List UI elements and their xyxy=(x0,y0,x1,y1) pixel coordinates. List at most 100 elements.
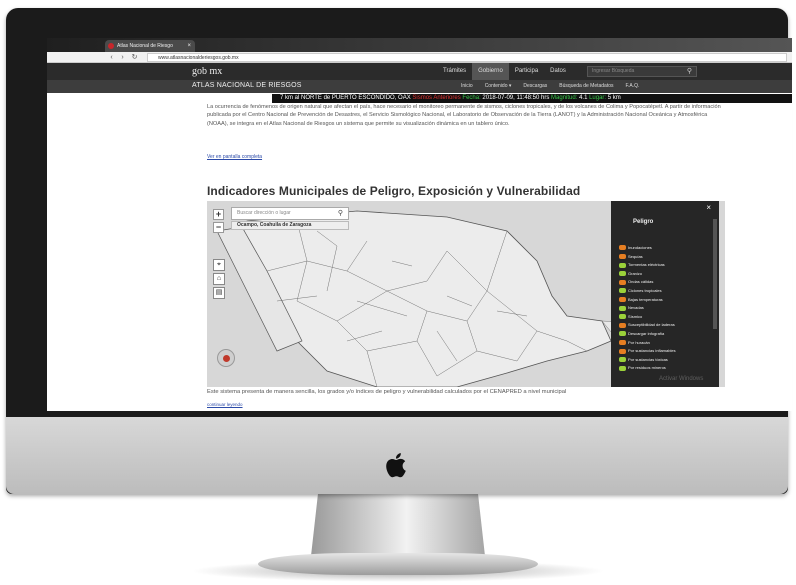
monitor-stand-base xyxy=(258,553,538,575)
selected-place[interactable]: Ocampo, Coahuila de Zaragoza xyxy=(231,221,349,230)
back-icon[interactable]: ‹ xyxy=(107,53,116,62)
layer-toggle-icon[interactable] xyxy=(619,279,626,285)
layer-label: Susceptibilidad de laderas xyxy=(628,322,675,328)
layer-toggle-icon[interactable] xyxy=(619,340,626,346)
layer-label: Por residuos mineros xyxy=(628,365,666,371)
nav-participa[interactable]: Participa xyxy=(509,63,544,80)
browser-screen: Atlas Nacional de Riesgo × ‹ › ↻ www.atl… xyxy=(47,38,792,411)
map-search-placeholder: Buscar dirección o lugar xyxy=(237,210,291,216)
menu-metadatos[interactable]: Búsqueda de Metadatos xyxy=(553,80,619,93)
risk-map[interactable]: + − Buscar dirección o lugar ⚲ Ocampo, C… xyxy=(207,201,725,387)
layer-label: Por huracán xyxy=(628,339,650,345)
gob-search-placeholder: Ingresar Búsqueda xyxy=(592,68,635,74)
menu-inicio[interactable]: Inicio xyxy=(455,80,479,93)
layer-item[interactable]: Sequías xyxy=(619,254,643,260)
monitor-stand-neck xyxy=(311,494,485,556)
layer-item[interactable]: Inundaciones xyxy=(619,245,652,251)
home-icon[interactable]: ⌂ xyxy=(213,273,225,285)
fullscreen-link[interactable]: Ver en pantalla completa xyxy=(207,154,262,160)
layer-item[interactable]: Ciclones tropicales xyxy=(619,288,662,294)
layer-item[interactable]: Bajas temperaturas xyxy=(619,297,663,303)
layer-label: Granizo xyxy=(628,270,643,276)
layer-item[interactable]: Granizo xyxy=(619,271,642,277)
layers-icon[interactable]: ▤ xyxy=(213,287,225,299)
nav-gobierno[interactable]: Gobierno xyxy=(472,63,509,80)
layer-toggle-icon[interactable] xyxy=(619,262,626,268)
layer-toggle-icon[interactable] xyxy=(619,314,626,320)
windows-activation-watermark: Activar Windows xyxy=(659,376,704,382)
close-tab-icon[interactable]: × xyxy=(187,40,191,52)
layer-label: Ondas cálidas xyxy=(628,279,654,285)
menu-contenido[interactable]: Contenido ▾ xyxy=(479,80,518,93)
layer-label: Sequías xyxy=(628,253,643,259)
layer-item[interactable]: Nevadas xyxy=(619,305,644,311)
map-search-input[interactable]: Buscar dirección o lugar ⚲ xyxy=(231,207,349,220)
earthquake-ticker: 7 km al NORTE de PUERTO ESCONDIDO, OAX S… xyxy=(272,94,792,103)
compass-icon[interactable] xyxy=(217,349,235,367)
forward-icon[interactable]: › xyxy=(118,53,127,62)
ticker-label-previous: Sismos Anteriores xyxy=(412,95,461,101)
layer-toggle-icon[interactable] xyxy=(619,271,626,277)
panel-title: Peligro xyxy=(633,219,654,225)
atlas-menu: Inicio Contenido ▾ Descargas Búsqueda de… xyxy=(455,80,645,93)
layer-item[interactable]: Por sustancias tóxicas xyxy=(619,357,668,363)
url-text: www.atlasnacionalderiesgos.gob.mx xyxy=(158,55,239,61)
layer-label: Sísmico xyxy=(628,313,643,319)
layer-item[interactable]: Por residuos mineros xyxy=(619,365,666,371)
layer-toggle-icon[interactable] xyxy=(619,348,626,354)
reload-icon[interactable]: ↻ xyxy=(130,53,139,62)
layer-item[interactable]: Susceptibilidad de laderas xyxy=(619,322,675,328)
layer-item[interactable]: Por sustancias inflamables xyxy=(619,348,676,354)
monitor: Atlas Nacional de Riesgo × ‹ › ↻ www.atl… xyxy=(6,8,792,494)
hazard-panel: × Peligro Inundaciones Sequías Tormentas e… xyxy=(611,201,719,387)
map-caption: Este sistema presenta de manera sencilla… xyxy=(207,389,567,395)
nav-tramites[interactable]: Trámites xyxy=(437,63,472,80)
zoom-in-button[interactable]: + xyxy=(213,209,224,220)
layer-item[interactable]: Tormentas eléctricas xyxy=(619,262,665,268)
search-icon[interactable]: ⚲ xyxy=(687,67,692,76)
layer-label: Nevadas xyxy=(628,305,644,311)
layer-label: Inundaciones xyxy=(628,245,652,250)
layer-toggle-icon[interactable] xyxy=(619,288,626,294)
read-more-link[interactable]: continuar leyendo xyxy=(207,402,243,407)
layer-label: Bajas temperaturas xyxy=(628,296,663,302)
layer-toggle-icon[interactable] xyxy=(619,365,626,371)
layer-toggle-icon[interactable] xyxy=(619,305,626,311)
layer-item[interactable]: Sísmico xyxy=(619,314,642,320)
close-panel-icon[interactable]: × xyxy=(706,203,711,212)
layer-toggle-icon[interactable] xyxy=(619,254,626,260)
gob-search-input[interactable]: Ingresar Búsqueda ⚲ xyxy=(587,66,697,77)
layer-toggle-icon[interactable] xyxy=(619,357,626,363)
layer-label: Por sustancias inflamables xyxy=(628,348,676,354)
url-input[interactable]: www.atlasnacionalderiesgos.gob.mx xyxy=(147,53,787,62)
ticker-tail: 5 km xyxy=(607,95,621,101)
monitor-chin xyxy=(6,417,788,494)
atlas-header: ATLAS NACIONAL DE RIESGOS Inicio Conteni… xyxy=(47,80,792,93)
menu-faq[interactable]: F.A.Q. xyxy=(620,80,646,93)
layer-toggle-icon[interactable] xyxy=(619,245,626,251)
browser-tab[interactable]: Atlas Nacional de Riesgo × xyxy=(105,40,195,52)
layer-item[interactable]: Por huracán xyxy=(619,340,650,346)
menu-descargas[interactable]: Descargas xyxy=(517,80,553,93)
nav-datos[interactable]: Datos xyxy=(544,63,572,80)
layer-item[interactable]: Descargar infografía xyxy=(619,331,664,337)
panel-scrollbar[interactable] xyxy=(713,219,717,329)
apple-logo-icon xyxy=(386,453,406,478)
tab-title: Atlas Nacional de Riesgo xyxy=(117,43,173,49)
gob-logo[interactable]: gob mx xyxy=(192,66,222,77)
gob-nav: Trámites Gobierno Participa Datos xyxy=(437,63,572,80)
atlas-title[interactable]: ATLAS NACIONAL DE RIESGOS xyxy=(192,82,302,89)
ticker-lead: 7 km al NORTE de PUERTO ESCONDIDO, OAX xyxy=(280,95,411,101)
layer-item[interactable]: Ondas cálidas xyxy=(619,279,653,285)
layer-toggle-icon[interactable] xyxy=(619,322,626,328)
layer-label: Tormentas eléctricas xyxy=(628,262,665,268)
intro-paragraph: La ocurrencia de fenómenos de origen nat… xyxy=(207,104,721,127)
layer-toggle-icon[interactable] xyxy=(619,331,626,337)
browser-tabbar: Atlas Nacional de Riesgo × xyxy=(47,38,792,52)
zoom-out-button[interactable]: − xyxy=(213,222,224,233)
stage: Atlas Nacional de Riesgo × ‹ › ↻ www.atl… xyxy=(0,0,796,585)
location-pin-icon[interactable]: ⌖ xyxy=(213,259,225,271)
search-icon[interactable]: ⚲ xyxy=(338,208,343,219)
layer-toggle-icon[interactable] xyxy=(619,297,626,303)
gob-header: gob mx Trámites Gobierno Participa Datos… xyxy=(47,63,792,80)
